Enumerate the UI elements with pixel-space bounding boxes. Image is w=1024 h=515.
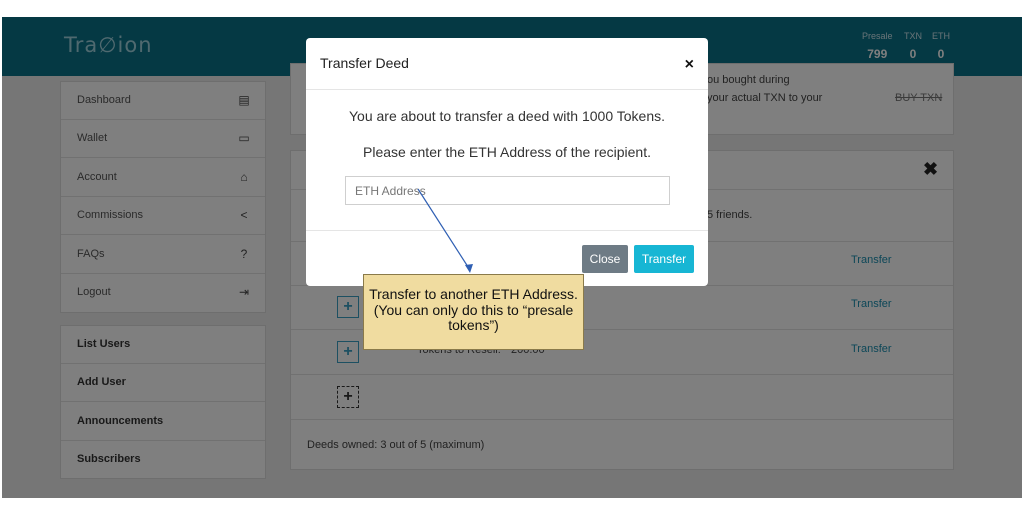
- callout-line: tokens”): [448, 317, 499, 333]
- app-window: Tra∅ion Presale 799 TXN 0 ETH 0 Dashboar…: [2, 17, 1022, 498]
- annotation-arrow: [417, 188, 473, 273]
- callout-line: Transfer to another ETH Address.: [369, 286, 578, 302]
- annotation-callout: Transfer to another ETH Address. (You ca…: [363, 274, 584, 350]
- callout-line: (You can only do this to “presale: [373, 301, 574, 318]
- arrow-line: [417, 188, 471, 271]
- arrow-head: [465, 264, 473, 273]
